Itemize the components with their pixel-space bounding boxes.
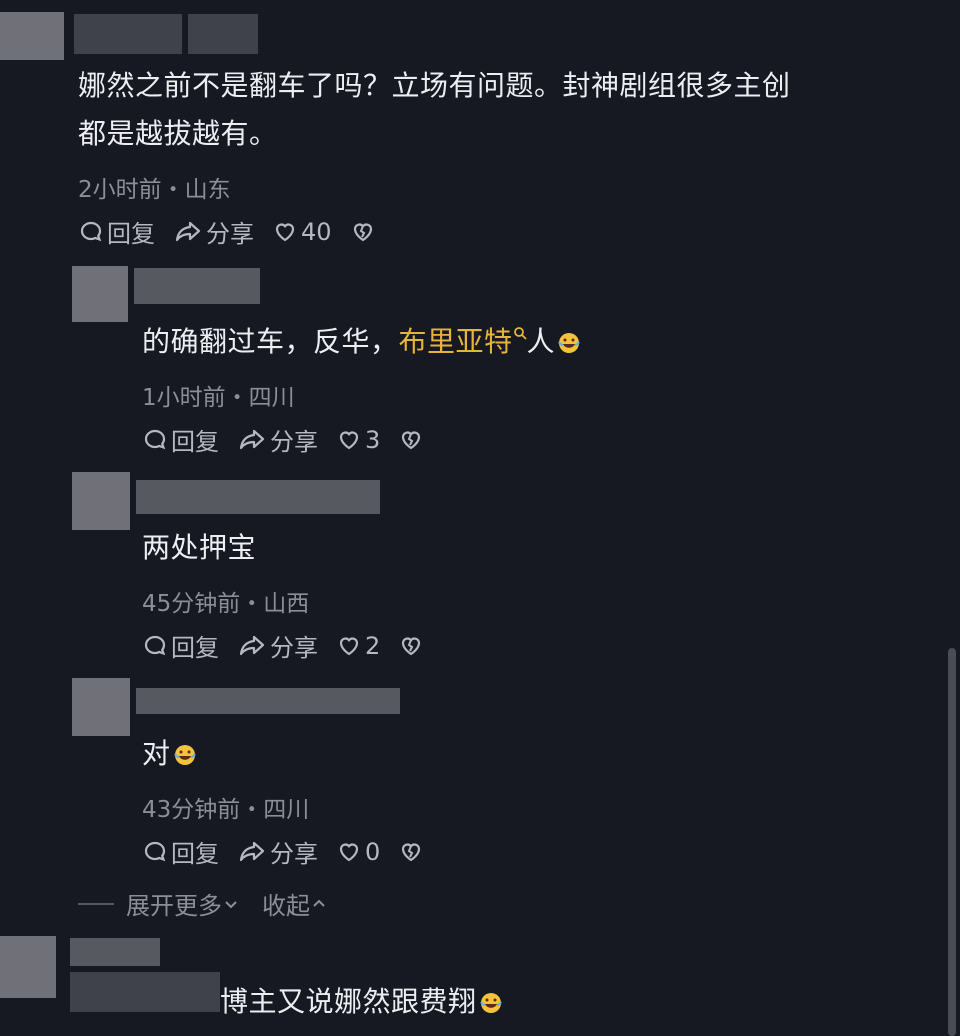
reply-actions: 回复 分享 0 <box>142 834 445 869</box>
share-icon <box>239 635 265 655</box>
like-button[interactable]: 0 <box>336 838 380 866</box>
search-icon <box>513 327 527 340</box>
comment-meta: 2小时前・山东 <box>78 177 231 203</box>
share-icon <box>175 221 201 241</box>
dislike-icon <box>353 222 372 241</box>
username[interactable] <box>134 268 260 304</box>
dislike-button[interactable] <box>398 633 427 659</box>
like-button[interactable]: 3 <box>336 426 380 454</box>
share-button[interactable]: 分享 <box>237 422 318 457</box>
reply-text: 对 <box>142 730 197 778</box>
reply-meta: 45分钟前・山西 <box>142 591 310 617</box>
heart-icon <box>339 430 359 449</box>
laugh-cry-emoji <box>173 745 196 765</box>
expand-row: 展开更多 收起 <box>78 886 328 921</box>
heart-icon <box>275 222 295 241</box>
share-icon <box>239 429 265 449</box>
reply-text: 两处押宝 <box>142 531 257 564</box>
reply-actions: 回复 分享 3 <box>142 422 445 457</box>
username[interactable] <box>136 480 380 514</box>
comment-text: 娜然之前不是翻车了吗？立场有问题。封神剧组很多主创 都是越拔越有。 <box>78 69 791 150</box>
comment-icon <box>144 841 166 861</box>
collapse-label: 收起 <box>262 892 310 920</box>
dislike-button[interactable] <box>398 427 427 453</box>
dislike-button[interactable] <box>398 839 427 865</box>
username[interactable] <box>74 14 182 54</box>
reply-label: 回复 <box>107 220 155 248</box>
reply-button[interactable]: 回复 <box>142 628 219 663</box>
reply-meta: 43分钟前・四川 <box>142 797 310 823</box>
comment-actions: 回复 分享 40 <box>78 214 397 249</box>
laugh-cry-emoji <box>558 333 580 353</box>
comment-icon <box>144 429 166 449</box>
scrollbar[interactable] <box>948 648 956 1036</box>
laugh-cry-emoji <box>479 993 502 1013</box>
reply-label: 回复 <box>171 634 219 662</box>
like-count: 3 <box>365 425 381 454</box>
dislike-icon <box>402 842 421 861</box>
share-label: 分享 <box>270 634 318 662</box>
collapse-button[interactable]: 收起 <box>262 886 328 921</box>
dislike-icon <box>402 430 421 449</box>
like-count: 40 <box>301 217 332 246</box>
share-button[interactable]: 分享 <box>237 834 318 869</box>
avatar[interactable] <box>72 472 130 530</box>
reply-meta: 1小时前・四川 <box>142 385 295 411</box>
reply-text: 的确翻过车，反华，布里亚特人 <box>142 318 581 366</box>
reply-button[interactable]: 回复 <box>78 214 155 249</box>
chevron-up-icon <box>313 899 325 907</box>
like-button[interactable]: 2 <box>336 632 380 660</box>
username[interactable] <box>70 938 160 966</box>
comment-text: 博主又说娜然跟费翔 <box>220 978 503 1026</box>
like-count: 0 <box>365 837 381 866</box>
share-label: 分享 <box>206 220 254 248</box>
username[interactable] <box>136 688 400 714</box>
dislike-button[interactable] <box>350 219 379 245</box>
reply-button[interactable]: 回复 <box>142 834 219 869</box>
avatar[interactable] <box>72 678 130 736</box>
comment-icon <box>144 635 166 655</box>
search-link[interactable]: 布里亚特 <box>399 325 527 358</box>
share-icon <box>239 841 265 861</box>
expand-more-label: 展开更多 <box>126 892 222 920</box>
dislike-icon <box>402 636 421 655</box>
reply-label: 回复 <box>171 428 219 456</box>
like-count: 2 <box>365 631 381 660</box>
comment-icon <box>80 221 102 241</box>
heart-icon <box>339 842 359 861</box>
share-button[interactable]: 分享 <box>173 214 254 249</box>
avatar[interactable] <box>0 12 64 60</box>
reply-label: 回复 <box>171 840 219 868</box>
expand-more-button[interactable]: 展开更多 <box>126 886 240 921</box>
username-extra <box>70 972 220 1012</box>
share-label: 分享 <box>270 840 318 868</box>
avatar[interactable] <box>72 266 128 322</box>
share-label: 分享 <box>270 428 318 456</box>
like-button[interactable]: 40 <box>272 218 332 246</box>
avatar[interactable] <box>0 936 56 998</box>
reply-button[interactable]: 回复 <box>142 422 219 457</box>
chevron-down-icon <box>225 900 237 908</box>
share-button[interactable]: 分享 <box>237 628 318 663</box>
username-extra <box>188 14 258 54</box>
reply-actions: 回复 分享 2 <box>142 628 445 663</box>
heart-icon <box>339 636 359 655</box>
divider-line <box>78 902 114 905</box>
